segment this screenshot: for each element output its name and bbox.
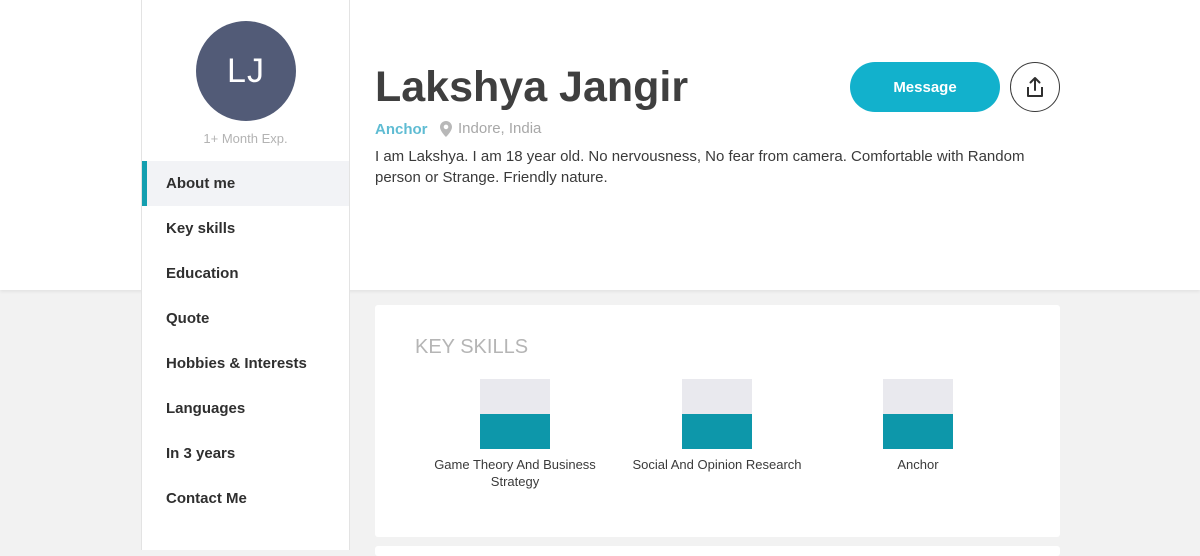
sidebar: LJ 1+ Month Exp. About me Key skills Edu… bbox=[141, 0, 350, 550]
message-button[interactable]: Message bbox=[850, 62, 1000, 112]
skill-item: Game Theory And Business Strategy bbox=[415, 379, 615, 490]
key-skills-title: KEY SKILLS bbox=[415, 336, 529, 358]
sidebar-item-about-me[interactable]: About me bbox=[142, 161, 349, 206]
sidebar-item-education[interactable]: Education bbox=[142, 251, 349, 296]
profile-location: Indore, India bbox=[440, 120, 541, 137]
skill-level-bar bbox=[883, 379, 953, 449]
about-text: I am Lakshya. I am 18 year old. No nervo… bbox=[375, 148, 1025, 186]
skill-level-bar bbox=[480, 379, 550, 449]
sidebar-item-hobbies-interests[interactable]: Hobbies & Interests bbox=[142, 341, 349, 386]
profile-name: Lakshya Jangir bbox=[375, 63, 689, 111]
skill-level-bar bbox=[682, 379, 752, 449]
skill-level-fill bbox=[883, 414, 953, 449]
experience-label: 1+ Month Exp. bbox=[203, 131, 288, 146]
key-skills-card: KEY SKILLS Game Theory And Business Stra… bbox=[375, 305, 1060, 537]
skill-item: Social And Opinion Research bbox=[617, 379, 817, 473]
skill-name: Game Theory And Business Strategy bbox=[434, 457, 596, 489]
location-text: Indore, India bbox=[458, 120, 542, 137]
skill-level-fill bbox=[480, 414, 550, 449]
avatar: LJ bbox=[196, 21, 296, 121]
sidebar-nav: About me Key skills Education Quote Hobb… bbox=[142, 161, 349, 521]
skill-level-fill bbox=[682, 414, 752, 449]
skill-name: Anchor bbox=[897, 457, 939, 472]
sidebar-item-quote[interactable]: Quote bbox=[142, 296, 349, 341]
location-pin-icon bbox=[440, 120, 452, 137]
profile-role: Anchor bbox=[375, 121, 428, 138]
sidebar-item-in-3-years[interactable]: In 3 years bbox=[142, 431, 349, 476]
sidebar-item-contact-me[interactable]: Contact Me bbox=[142, 476, 349, 521]
next-section-card bbox=[375, 546, 1060, 556]
share-icon bbox=[1027, 77, 1043, 97]
sidebar-item-key-skills[interactable]: Key skills bbox=[142, 206, 349, 251]
sidebar-item-languages[interactable]: Languages bbox=[142, 386, 349, 431]
share-button[interactable] bbox=[1010, 62, 1060, 112]
skill-item: Anchor bbox=[818, 379, 1018, 473]
skill-name: Social And Opinion Research bbox=[632, 457, 802, 472]
